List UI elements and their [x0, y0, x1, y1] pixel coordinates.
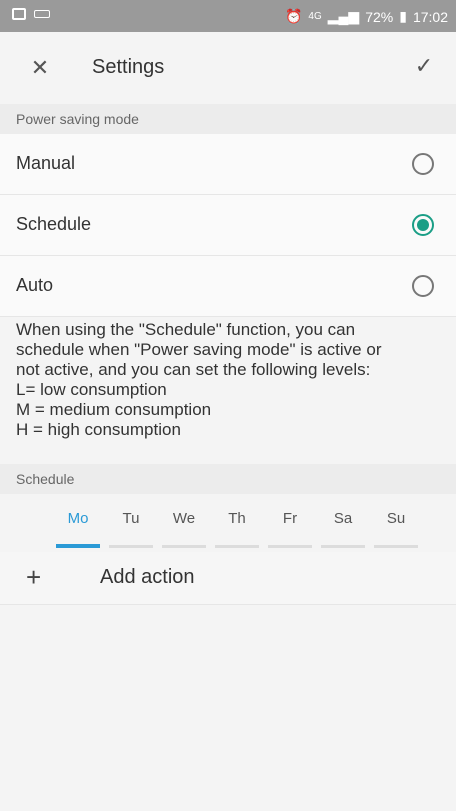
section-title: Schedule [16, 471, 75, 487]
day-tabs: Mo Tu We Th Fr Sa Su [0, 494, 456, 552]
option-label: Auto [16, 275, 54, 295]
status-bar-right: ⏰ 4G ▂▄▆ 72% ▮ 17:02 [285, 8, 448, 25]
radio-schedule[interactable] [412, 214, 434, 236]
description-line: L= low consumption [16, 380, 167, 399]
day-label: We [172, 510, 196, 527]
day-label: Fr [282, 510, 298, 527]
section-title: Power saving mode [16, 111, 139, 127]
tab-underline [56, 544, 100, 548]
tab-day-th[interactable]: Th [213, 494, 261, 548]
close-icon[interactable]: ✕ [26, 54, 54, 82]
notification-icon [34, 10, 50, 18]
signal-icon: ▂▄▆ [327, 8, 360, 24]
power-saving-section-header: Power saving mode [0, 104, 456, 134]
tab-day-su[interactable]: Su [372, 494, 420, 548]
tab-underline [215, 545, 259, 548]
tab-underline [321, 545, 365, 548]
description-line: not active, and you can set the followin… [16, 360, 371, 379]
day-label: Tu [122, 510, 140, 527]
day-label: Sa [333, 510, 353, 527]
page-title: Settings [92, 56, 165, 78]
tab-underline [268, 545, 312, 548]
alarm-icon: ⏰ [284, 8, 303, 24]
app-bar: ✕ Settings ✓ [0, 32, 456, 104]
option-manual[interactable]: Manual [0, 134, 456, 195]
option-auto[interactable]: Auto [0, 256, 456, 317]
network-label: 4G [308, 11, 322, 22]
option-label: Manual [16, 153, 76, 173]
description-line: schedule when "Power saving mode" is act… [16, 340, 382, 359]
option-label: Schedule [16, 214, 92, 234]
schedule-section-header: Schedule [0, 464, 456, 494]
tab-day-mo[interactable]: Mo [54, 494, 102, 548]
tab-day-we[interactable]: We [160, 494, 208, 548]
description-line: H = high consumption [16, 420, 181, 439]
plus-icon: + [26, 562, 42, 592]
radio-manual[interactable] [412, 153, 434, 175]
day-label: Su [386, 510, 406, 527]
tab-underline [109, 545, 153, 548]
add-action-button[interactable]: + Add action [0, 552, 456, 605]
tab-day-sa[interactable]: Sa [319, 494, 367, 548]
radio-auto[interactable] [412, 275, 434, 297]
status-bar-left [12, 8, 50, 20]
screenshot-icon [12, 8, 26, 20]
option-schedule[interactable]: Schedule [0, 195, 456, 256]
clock: 17:02 [412, 8, 448, 25]
day-label: Mo [67, 510, 89, 527]
schedule-description: When using the "Schedule" function, you … [16, 320, 446, 440]
description-line: When using the "Schedule" function, you … [16, 320, 356, 339]
status-bar: ⏰ 4G ▂▄▆ 72% ▮ 17:02 [0, 0, 456, 32]
add-action-label: Add action [100, 566, 195, 588]
battery-icon: ▮ [399, 8, 407, 24]
description-line: M = medium consumption [16, 400, 212, 419]
confirm-check-icon[interactable]: ✓ [410, 52, 438, 80]
day-label: Th [228, 510, 246, 527]
battery-percent: 72% [365, 8, 394, 25]
tab-underline [162, 545, 206, 548]
tab-day-tu[interactable]: Tu [107, 494, 155, 548]
tab-day-fr[interactable]: Fr [266, 494, 314, 548]
tab-underline [374, 545, 418, 548]
